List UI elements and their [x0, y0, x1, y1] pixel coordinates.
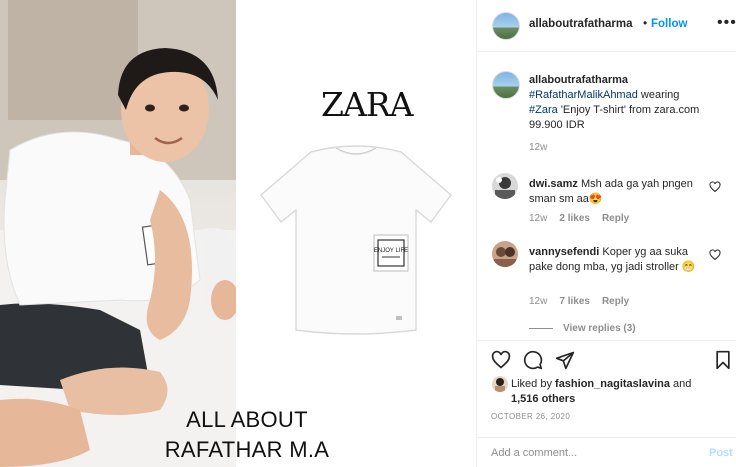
- comments-section[interactable]: allaboutrafatharma #RafatharMalikAhmad w…: [477, 53, 736, 340]
- overlay-caption-line2: RAFATHAR M.A: [164, 437, 330, 462]
- child-photo: [0, 0, 236, 467]
- hashtag-zara[interactable]: #Zara: [529, 104, 558, 116]
- post-comment-button[interactable]: Post: [709, 447, 733, 459]
- comment-meta: 12w 7 likes Reply: [529, 296, 629, 307]
- caption-username[interactable]: allaboutrafatharma: [529, 74, 628, 86]
- reply-button[interactable]: Reply: [602, 213, 629, 224]
- share-icon[interactable]: [555, 350, 575, 370]
- add-comment-bar: Add a comment... Post: [477, 437, 736, 467]
- replies-divider-line: [529, 328, 553, 329]
- likes-text: Liked by fashion_nagitaslavina and 1,516…: [511, 377, 731, 407]
- more-options-icon[interactable]: •••: [717, 14, 736, 32]
- zara-logo: ZARA: [321, 85, 413, 124]
- svg-text:ENJOY LIFE: ENJOY LIFE: [374, 248, 408, 254]
- post-sidebar: allaboutrafatharma • Follow ••• allabout…: [476, 0, 736, 467]
- caption-text-1: wearing: [637, 89, 680, 101]
- comment-likes[interactable]: 7 likes: [559, 296, 590, 307]
- tshirt-image: ENJOY LIFE: [260, 145, 452, 335]
- post-media[interactable]: ZARA ENJOY LIFE ALL ABOUT RAFATHAR M.A: [0, 0, 476, 467]
- author-avatar[interactable]: [492, 12, 520, 40]
- reply-button[interactable]: Reply: [602, 296, 629, 307]
- caption-timestamp[interactable]: 12w: [529, 142, 547, 153]
- comment-input[interactable]: Add a comment...: [491, 447, 577, 459]
- overlay-caption-line1: ALL ABOUT: [186, 407, 308, 432]
- comment-likes[interactable]: 2 likes: [559, 213, 590, 224]
- caption-price: 99.900 IDR: [529, 119, 585, 131]
- likes-count[interactable]: 1,516 others: [511, 393, 575, 405]
- comment-like-heart-icon[interactable]: [709, 249, 721, 261]
- post-header: allaboutrafatharma • Follow •••: [477, 0, 736, 52]
- follow-button[interactable]: Follow: [651, 18, 687, 30]
- comment-time[interactable]: 12w: [529, 213, 547, 224]
- action-bar: [477, 340, 736, 372]
- heart-icon[interactable]: [491, 350, 511, 370]
- comment-username[interactable]: vannysefendi: [529, 246, 599, 258]
- caption-text-2: 'Enjoy T-shirt' from zara.com: [557, 104, 700, 116]
- child-illustration: [0, 0, 236, 467]
- likes-and: and: [669, 378, 692, 390]
- view-replies-button[interactable]: View replies (3): [529, 323, 636, 334]
- liker-avatar[interactable]: [492, 376, 508, 392]
- comment-meta: 12w 2 likes Reply: [529, 213, 629, 224]
- comment-username[interactable]: dwi.samz: [529, 178, 578, 190]
- instagram-post: ZARA ENJOY LIFE ALL ABOUT RAFATHAR M.A a…: [0, 0, 736, 467]
- comment-icon[interactable]: [523, 350, 543, 370]
- commenter-avatar[interactable]: [492, 173, 518, 199]
- bookmark-icon[interactable]: [713, 350, 733, 370]
- product-panel: ZARA ENJOY LIFE: [236, 0, 476, 467]
- commenter-avatar[interactable]: [492, 241, 518, 267]
- caption-text: allaboutrafatharma #RafatharMalikAhmad w…: [529, 73, 729, 133]
- hashtag-rafathar[interactable]: #RafatharMalikAhmad: [529, 89, 638, 101]
- view-replies-label: View replies (3): [563, 323, 636, 334]
- comment-text: vannysefendi Koper yg aa suka pake dong …: [529, 245, 704, 275]
- separator-dot: •: [643, 16, 648, 30]
- caption-avatar[interactable]: [492, 71, 520, 99]
- comment-like-heart-icon[interactable]: [709, 181, 721, 193]
- author-username[interactable]: allaboutrafatharma: [529, 18, 633, 30]
- liker-username[interactable]: fashion_nagitaslavina: [555, 378, 670, 390]
- post-date[interactable]: OCTOBER 26, 2020: [491, 412, 570, 421]
- likes-prefix: Liked by: [511, 378, 556, 390]
- comment-text: dwi.samz Msh ada ga yah pngen sman sm aa…: [529, 177, 704, 207]
- comment-time[interactable]: 12w: [529, 296, 547, 307]
